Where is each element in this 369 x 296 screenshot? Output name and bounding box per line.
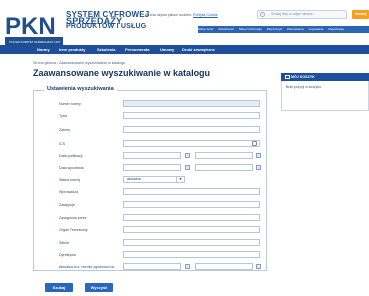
input-zakres[interactable] — [123, 126, 260, 133]
main-nav: Normy Inne produkty Szkolenia Prenumerat… — [0, 45, 369, 54]
cookie-notice: Strona używa plików cookies. Polityka Co… — [145, 13, 218, 17]
search-submit-button[interactable]: Szukaj — [45, 283, 73, 292]
nav-druki-zewnetrzne[interactable]: Druki zewnętrzne — [182, 45, 215, 54]
cookie-policy-link[interactable]: Polityka Cookie — [193, 13, 218, 17]
calendar-icon[interactable] — [185, 264, 190, 269]
label-data-publikacji: Data publikacji — [59, 154, 83, 158]
input-data-wycofania-do[interactable] — [195, 164, 253, 171]
search-settings-legend: Ustawienia wyszukiwania — [44, 86, 117, 92]
label-sektor: Sektor — [59, 241, 70, 245]
label-status-normy: Status normy — [59, 178, 81, 182]
input-organ-techniczny[interactable] — [123, 226, 260, 233]
top-link-1[interactable]: Aktualności — [218, 27, 234, 31]
clear-button[interactable]: Wyczyść — [85, 283, 113, 292]
label-dyrektywa: Dyrektywa — [59, 253, 76, 257]
svg-text:PKN: PKN — [5, 13, 56, 40]
label-zastepuje: Zastępuje — [59, 203, 75, 207]
chevron-down-icon: ▾ — [176, 177, 184, 182]
calendar-icon[interactable] — [256, 264, 261, 269]
label-wprowadza: Wprowadza — [59, 190, 78, 194]
logo-title: SYSTEM CYFROWEJ SPRZEDAŻY PRODUKTÓW I US… — [66, 10, 150, 31]
input-dyrektywa[interactable] — [123, 251, 260, 258]
label-zakres: Zakres — [59, 128, 70, 132]
input-ics[interactable] — [123, 140, 260, 147]
label-zastapiona-przez: Zastąpiona przez — [59, 216, 87, 220]
calendar-icon[interactable] — [256, 153, 261, 158]
top-link-6[interactable]: Rejestracja — [328, 27, 343, 31]
top-link-3[interactable]: Mój koszyk — [267, 27, 282, 31]
select-status-normy[interactable]: aktualna ▾ — [123, 176, 185, 183]
input-tytul[interactable] — [123, 112, 260, 119]
select-status-value: aktualna — [127, 177, 141, 181]
label-tytul: Tytuł — [59, 114, 67, 118]
calendar-icon[interactable] — [256, 165, 261, 170]
input-sektor[interactable] — [123, 239, 260, 246]
input-zastapiona-przez[interactable] — [123, 214, 260, 221]
page-title: Zaawansowane wyszukiwanie w katalogu — [33, 68, 211, 78]
top-link-0[interactable]: Sklep teraz — [198, 27, 213, 31]
cart-empty-text: Brak pozycji w koszyku. — [286, 85, 322, 89]
calendar-icon[interactable] — [185, 153, 190, 158]
top-link-4[interactable]: Zamówienia — [287, 27, 304, 31]
search-icon — [260, 12, 265, 17]
calendar-icon[interactable] — [252, 141, 257, 146]
input-wprowadza[interactable] — [123, 188, 260, 195]
input-aktualna-do[interactable] — [195, 263, 253, 270]
input-zastepuje[interactable] — [123, 201, 260, 208]
input-aktualna-od[interactable] — [123, 263, 181, 270]
nav-prenumerata[interactable]: Prenumerata — [125, 45, 149, 54]
nav-normy[interactable]: Normy — [37, 45, 50, 54]
label-organ-techniczny: Organ Techniczny — [59, 228, 88, 232]
nav-inne-produkty[interactable]: Inne produkty — [59, 45, 85, 54]
input-data-wycofania-od[interactable] — [123, 164, 181, 171]
top-link-5[interactable]: Logowanie — [309, 27, 324, 31]
cart-icon — [285, 75, 290, 79]
calendar-icon[interactable] — [185, 165, 190, 170]
label-ics: ICS — [59, 142, 65, 146]
search-input[interactable]: Szukaj listy w całym sklepie... — [257, 10, 347, 19]
label-aktualna-w-o-normie-zgodnosci-do: Aktualna w.o. normie zgodności do — [59, 265, 115, 269]
top-link-bar: Sklep teraz Aktualności Sklep Informacje… — [198, 26, 369, 33]
nav-szkolenia[interactable]: Szkolenia — [97, 45, 115, 54]
top-link-2[interactable]: Sklep Informacje — [239, 27, 262, 31]
breadcrumb: Strona główna / Zaawansowane wyszukiwani… — [33, 61, 126, 65]
nav-umowy[interactable]: Umowy — [160, 45, 174, 54]
search-button[interactable]: Szukaj — [352, 10, 369, 19]
cart-title: MÓJ KOSZYK — [281, 73, 369, 81]
input-data-publikacji-do[interactable] — [195, 152, 253, 159]
input-numer-normy[interactable] — [123, 100, 260, 107]
label-data-wycofania: Data wycofania — [59, 166, 84, 170]
input-data-publikacji-od[interactable] — [123, 152, 181, 159]
label-numer-normy: Numer normy — [59, 102, 81, 106]
